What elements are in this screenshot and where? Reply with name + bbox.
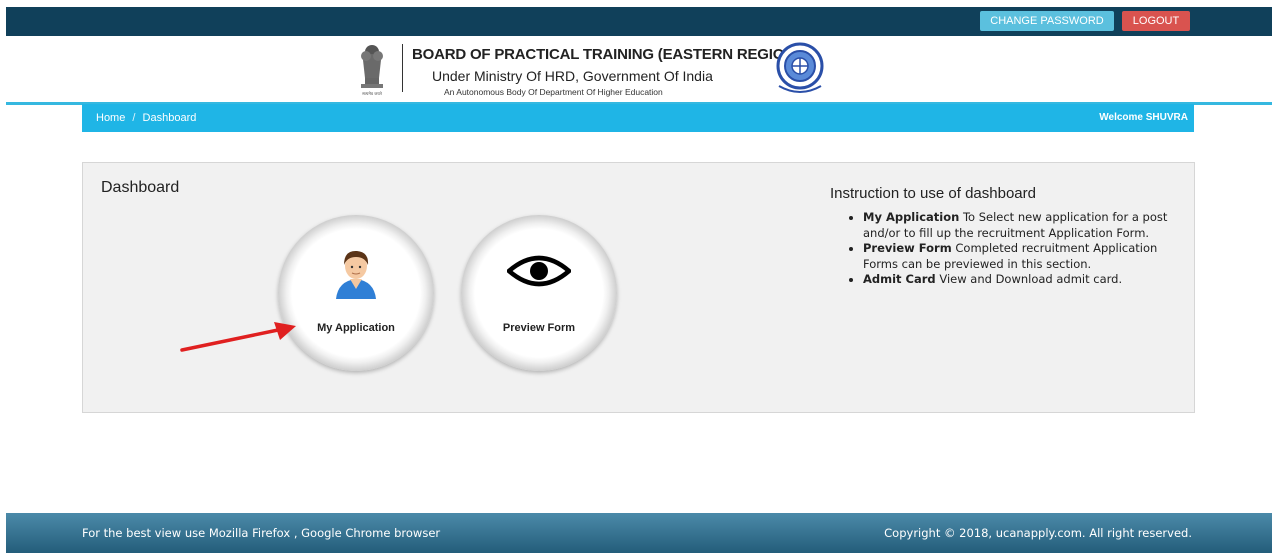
instructions-list: My Application To Select new application… xyxy=(849,210,1193,288)
org-tagline: An Autonomous Body Of Department Of High… xyxy=(444,87,663,97)
instruction-item: Admit Card View and Download admit card. xyxy=(863,272,1193,288)
eye-icon xyxy=(507,255,571,287)
breadcrumb-current: Dashboard xyxy=(142,112,197,124)
org-title: BOARD OF PRACTICAL TRAINING (EASTERN REG… xyxy=(412,46,800,63)
instruction-term: My Application xyxy=(863,210,960,224)
change-password-button[interactable]: CHANGE PASSWORD xyxy=(980,11,1114,31)
dashboard-panel: Dashboard My Application Preview Form In… xyxy=(82,162,1195,413)
instructions-title: Instruction to use of dashboard xyxy=(830,185,1036,202)
instruction-term: Preview Form xyxy=(863,241,952,255)
logout-button[interactable]: LOGOUT xyxy=(1122,11,1190,31)
user-avatar-icon xyxy=(336,250,376,299)
state-emblem-logo: सत्यमेव जयते xyxy=(361,45,383,96)
org-subtitle: Under Ministry Of HRD, Government Of Ind… xyxy=(432,68,713,84)
site-footer: For the best view use Mozilla Firefox , … xyxy=(6,513,1272,553)
top-bar: CHANGE PASSWORD LOGOUT xyxy=(6,7,1272,36)
site-header: सत्यमेव जयते BOARD OF PRACTICAL TRAINING… xyxy=(0,36,1272,102)
page-title: Dashboard xyxy=(101,179,180,196)
preview-form-label: Preview Form xyxy=(502,322,576,334)
copyright: Copyright © 2018, ucanapply.com. All rig… xyxy=(884,526,1192,540)
annotation-arrow-icon xyxy=(180,322,296,352)
welcome-text: Welcome SHUVRA xyxy=(1099,112,1188,123)
breadcrumb-trail: Home / Dashboard xyxy=(96,112,196,124)
svg-text:सत्यमेव जयते: सत्यमेव जयते xyxy=(362,91,382,96)
instruction-term: Admit Card xyxy=(863,272,936,286)
header-divider xyxy=(402,44,403,92)
breadcrumb-home-link[interactable]: Home xyxy=(96,112,125,124)
bopt-seal-logo xyxy=(776,42,824,93)
breadcrumb: Home / Dashboard Welcome SHUVRA xyxy=(82,104,1194,132)
breadcrumb-separator: / xyxy=(132,112,136,124)
instruction-item: My Application To Select new application… xyxy=(863,210,1193,241)
preview-form-tile[interactable]: Preview Form xyxy=(461,215,617,371)
instruction-text: View and Download admit card. xyxy=(935,272,1123,286)
browser-note: For the best view use Mozilla Firefox , … xyxy=(82,526,441,540)
instruction-item: Preview Form Completed recruitment Appli… xyxy=(863,241,1193,272)
